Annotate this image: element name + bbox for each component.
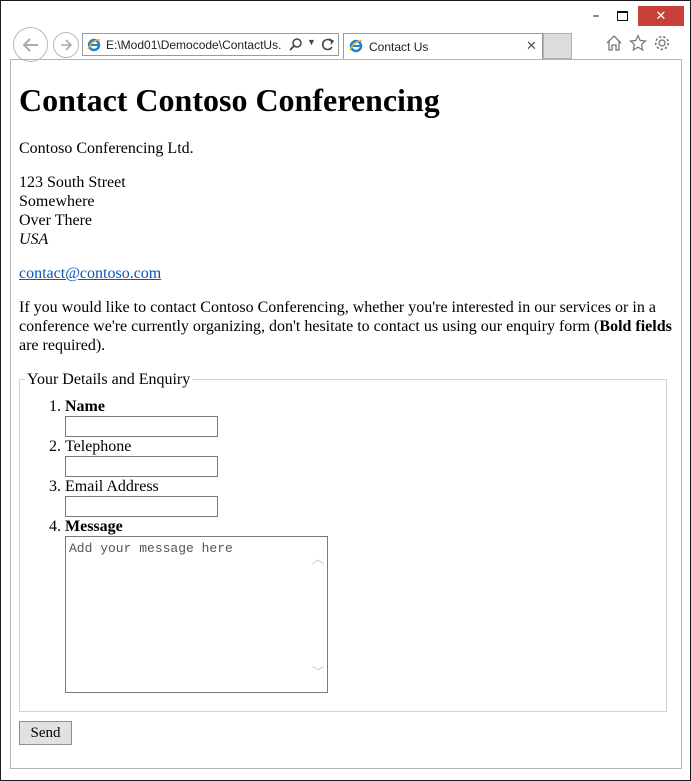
message-textarea[interactable]: Add your message here ︿ ﹀ — [65, 536, 328, 693]
address-country: USA — [19, 231, 49, 248]
refresh-icon[interactable] — [321, 36, 335, 52]
close-window-button[interactable]: ✕ — [638, 6, 684, 26]
intro-text-end: are required). — [19, 337, 106, 354]
browser-window: – ✕ E:\Mod01\Democode\ContactUs. ▼ Conta… — [0, 0, 691, 781]
tab-close-icon[interactable]: ✕ — [526, 38, 537, 54]
fieldset-legend: Your Details and Enquiry — [27, 371, 191, 388]
home-icon[interactable] — [605, 34, 623, 52]
address-line: 123 South Street — [19, 174, 126, 191]
back-arrow-icon — [22, 37, 38, 52]
page-frame-top — [10, 59, 681, 60]
enquiry-fieldset: Your Details and Enquiry Name Telephone … — [19, 370, 667, 712]
favorites-star-icon[interactable] — [629, 34, 647, 52]
address-bar[interactable]: E:\Mod01\Democode\ContactUs. ▼ — [82, 33, 339, 56]
minimize-button[interactable]: – — [585, 6, 607, 26]
page-content: Contact Contoso Conferencing Contoso Con… — [19, 81, 674, 712]
telephone-input[interactable] — [65, 456, 218, 477]
maximize-button[interactable] — [611, 6, 633, 26]
message-label: Message — [65, 518, 123, 535]
page-frame-right — [681, 59, 682, 769]
form-field-list: Name Telephone Email Address Message Add… — [20, 397, 666, 693]
forward-button[interactable] — [53, 32, 79, 58]
page-frame-bottom — [10, 768, 682, 769]
address-url[interactable]: E:\Mod01\Democode\ContactUs. — [106, 38, 286, 52]
list-item: Name — [65, 397, 666, 437]
list-item: Telephone — [65, 437, 666, 477]
forward-arrow-icon — [61, 39, 73, 51]
email-address-label: Email Address — [65, 478, 159, 495]
list-item: Email Address — [65, 477, 666, 517]
email-address-input[interactable] — [65, 496, 218, 517]
tab-contact-us[interactable]: Contact Us ✕ — [343, 33, 543, 59]
maximize-icon — [616, 11, 628, 21]
tab-title: Contact Us — [369, 40, 429, 54]
telephone-label: Telephone — [65, 438, 132, 455]
postal-address: 123 South Street Somewhere Over There US… — [19, 173, 674, 249]
ie-logo-icon — [87, 38, 101, 52]
search-icon[interactable] — [289, 37, 303, 51]
browser-chrome: – ✕ E:\Mod01\Democode\ContactUs. ▼ Conta… — [1, 1, 690, 62]
intro-text-start: If you would like to contact Contoso Con… — [19, 299, 656, 335]
new-tab-button[interactable] — [543, 33, 572, 59]
name-input[interactable] — [65, 416, 218, 437]
address-line: Somewhere — [19, 193, 95, 210]
scroll-up-icon[interactable]: ︿ — [312, 550, 324, 569]
send-button[interactable]: Send — [19, 721, 72, 745]
page-frame-left — [10, 59, 11, 769]
chevron-down-icon[interactable]: ▼ — [307, 37, 316, 47]
name-label: Name — [65, 398, 105, 415]
back-button[interactable] — [13, 27, 48, 62]
company-name: Contoso Conferencing Ltd. — [19, 140, 194, 157]
page-title: Contact Contoso Conferencing — [19, 82, 440, 118]
gear-icon[interactable] — [653, 34, 671, 52]
intro-text: If you would like to contact Contoso Con… — [19, 298, 674, 355]
ie-logo-icon — [349, 39, 363, 53]
message-placeholder: Add your message here — [69, 541, 233, 556]
intro-bold: Bold fields — [599, 318, 672, 335]
scroll-down-icon[interactable]: ﹀ — [312, 663, 324, 682]
list-item: Message Add your message here ︿ ﹀ — [65, 517, 666, 693]
email-link[interactable]: contact@contoso.com — [19, 265, 161, 282]
address-line: Over There — [19, 212, 92, 229]
